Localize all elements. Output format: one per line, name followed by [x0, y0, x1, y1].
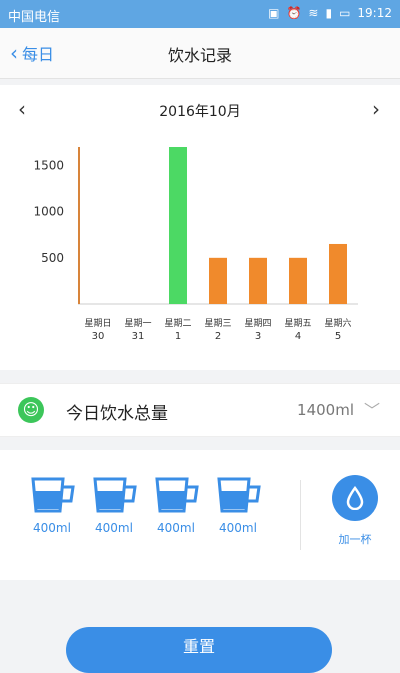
status-icons: ▣ ⏰ ≋ ▮ ▭ 19:12: [268, 6, 392, 20]
y-tick-label: 1000: [33, 205, 64, 219]
bar: [78, 147, 80, 304]
x-tick-day: 星期二: [164, 318, 191, 329]
water-bar-chart: 500 1000 1500 星期日 30 星期一 31 星期二 1 星期三 2 星期四 3 星期五 4 星期六…: [33, 147, 358, 342]
cup-amount: 400ml: [33, 521, 71, 535]
x-tick-day: 星期六: [324, 317, 351, 329]
bar: [209, 257, 227, 304]
cup-item[interactable]: 400ml: [84, 475, 144, 535]
sim-icon: ▣: [268, 6, 280, 20]
nav-bar: ‹ 每日 饮水记录: [0, 28, 400, 79]
water-drop-icon: [332, 475, 378, 521]
alarm-icon: ⏰: [286, 6, 302, 20]
bar: [169, 147, 187, 304]
signal-icon: ▮: [325, 6, 333, 20]
wifi-icon: ≋: [308, 6, 319, 20]
water-cup-icon: [217, 477, 261, 513]
x-tick-date: 4: [295, 331, 301, 342]
divider: [300, 480, 301, 550]
add-cup-button[interactable]: 加一杯: [325, 475, 385, 547]
carrier-label: 中国电信: [8, 10, 61, 25]
x-tick-day: 星期一: [124, 318, 151, 329]
x-tick-day: 星期四: [244, 318, 271, 329]
cups-panel: 400ml 400ml 400ml 400ml 加一杯: [0, 450, 400, 580]
bar: [289, 257, 307, 304]
y-tick-label: 500: [41, 251, 64, 265]
reset-button[interactable]: 重置: [66, 627, 332, 673]
daily-total-row[interactable]: ☺ 今日饮水总量 1400ml ﹀: [0, 383, 400, 437]
chart-card: ‹ 2016年10月 › 500 1000 1500 星期日 30 星期一 31 星期二 1 星期…: [0, 85, 400, 370]
x-tick-date: 30: [92, 331, 105, 342]
chevron-down-icon: ﹀: [363, 401, 380, 420]
x-tick-date: 2: [215, 331, 221, 342]
cup-amount: 400ml: [219, 521, 257, 535]
status-bar: 中国电信 ▣ ⏰ ≋ ▮ ▭ 19:12: [0, 0, 400, 28]
clock-time: 19:12: [357, 6, 392, 20]
battery-icon: ▭: [339, 6, 351, 20]
x-tick-day: 星期三: [204, 318, 231, 329]
page-title: 饮水记录: [167, 46, 232, 65]
water-cup-icon: [31, 477, 75, 513]
add-cup-label: 加一杯: [338, 533, 372, 546]
daily-total-label: 今日饮水总量: [66, 404, 168, 424]
water-cup-icon: [155, 477, 199, 513]
cup-amount: 400ml: [95, 521, 133, 535]
x-tick-date: 5: [335, 331, 341, 342]
y-tick-label: 1500: [33, 158, 64, 172]
bar: [249, 257, 267, 304]
x-tick-day: 星期日: [84, 318, 111, 329]
x-tick-date: 1: [175, 331, 181, 342]
water-cup-icon: [93, 477, 137, 513]
bar: [329, 243, 347, 304]
x-tick-date: 31: [132, 331, 145, 342]
cup-amount: 400ml: [157, 521, 195, 535]
daily-total-value: 1400ml: [297, 401, 354, 419]
cup-item[interactable]: 400ml: [22, 475, 82, 535]
cup-item[interactable]: 400ml: [146, 475, 206, 535]
x-tick-day: 星期五: [284, 318, 311, 329]
x-tick-date: 3: [255, 331, 261, 342]
cup-item[interactable]: 400ml: [208, 475, 268, 535]
smile-icon: ☺: [18, 397, 44, 423]
